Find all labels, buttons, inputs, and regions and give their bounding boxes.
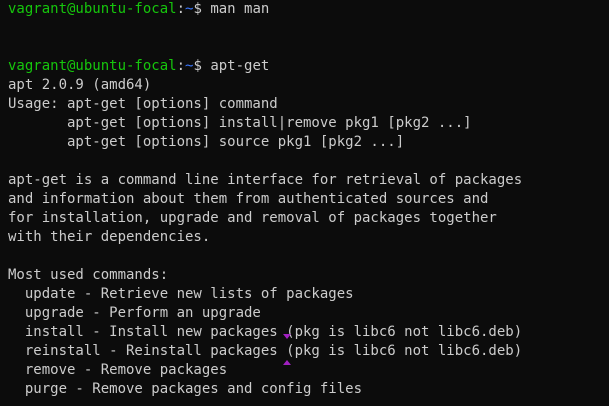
prompt-line: vagrant@ubuntu-focal:~$ man man xyxy=(8,0,609,19)
cursor-marker-icon xyxy=(283,334,291,339)
output-line: purge - Remove packages and config files xyxy=(8,381,363,397)
output-line: apt-get [options] source pkg1 [pkg2 ...] xyxy=(8,134,405,150)
prompt-user-host: vagrant@ubuntu-focal xyxy=(8,58,177,74)
prompt-line: vagrant@ubuntu-focal:~$ apt-get xyxy=(8,57,609,76)
output-line: and information about them from authenti… xyxy=(8,191,489,207)
prompt-separator: : xyxy=(176,58,186,74)
command-text: man man xyxy=(210,1,270,17)
prompt-symbol: $ xyxy=(193,1,211,17)
command-text: apt-get xyxy=(210,58,270,74)
output-line: apt-get [options] install|remove pkg1 [p… xyxy=(8,115,472,131)
prompt-symbol: $ xyxy=(193,58,211,74)
output-line: Usage: apt-get [options] command xyxy=(8,96,278,112)
output-line: with their dependencies. xyxy=(8,229,211,245)
command-output: apt 2.0.9 (amd64) Usage: apt-get [option… xyxy=(8,76,609,399)
output-line: reinstall - Reinstall packages (pkg is l… xyxy=(8,343,523,359)
prompt-user-host: vagrant@ubuntu-focal xyxy=(8,1,177,17)
output-line: update - Retrieve new lists of packages xyxy=(8,286,354,302)
prompt-separator: : xyxy=(176,1,186,17)
terminal-window[interactable]: vagrant@ubuntu-focal:~$ man man vagrant@… xyxy=(0,0,609,406)
output-line: for installation, upgrade and removal of… xyxy=(8,210,497,226)
output-line: remove - Remove packages xyxy=(8,362,228,378)
output-line: apt-get is a command line interface for … xyxy=(8,172,523,188)
output-line: upgrade - Perform an upgrade xyxy=(8,305,261,321)
output-line: apt 2.0.9 (amd64) xyxy=(8,77,152,93)
output-line: install - Install new packages (pkg is l… xyxy=(8,324,523,340)
output-line: Most used commands: xyxy=(8,267,169,283)
cursor-marker-icon xyxy=(283,360,291,365)
